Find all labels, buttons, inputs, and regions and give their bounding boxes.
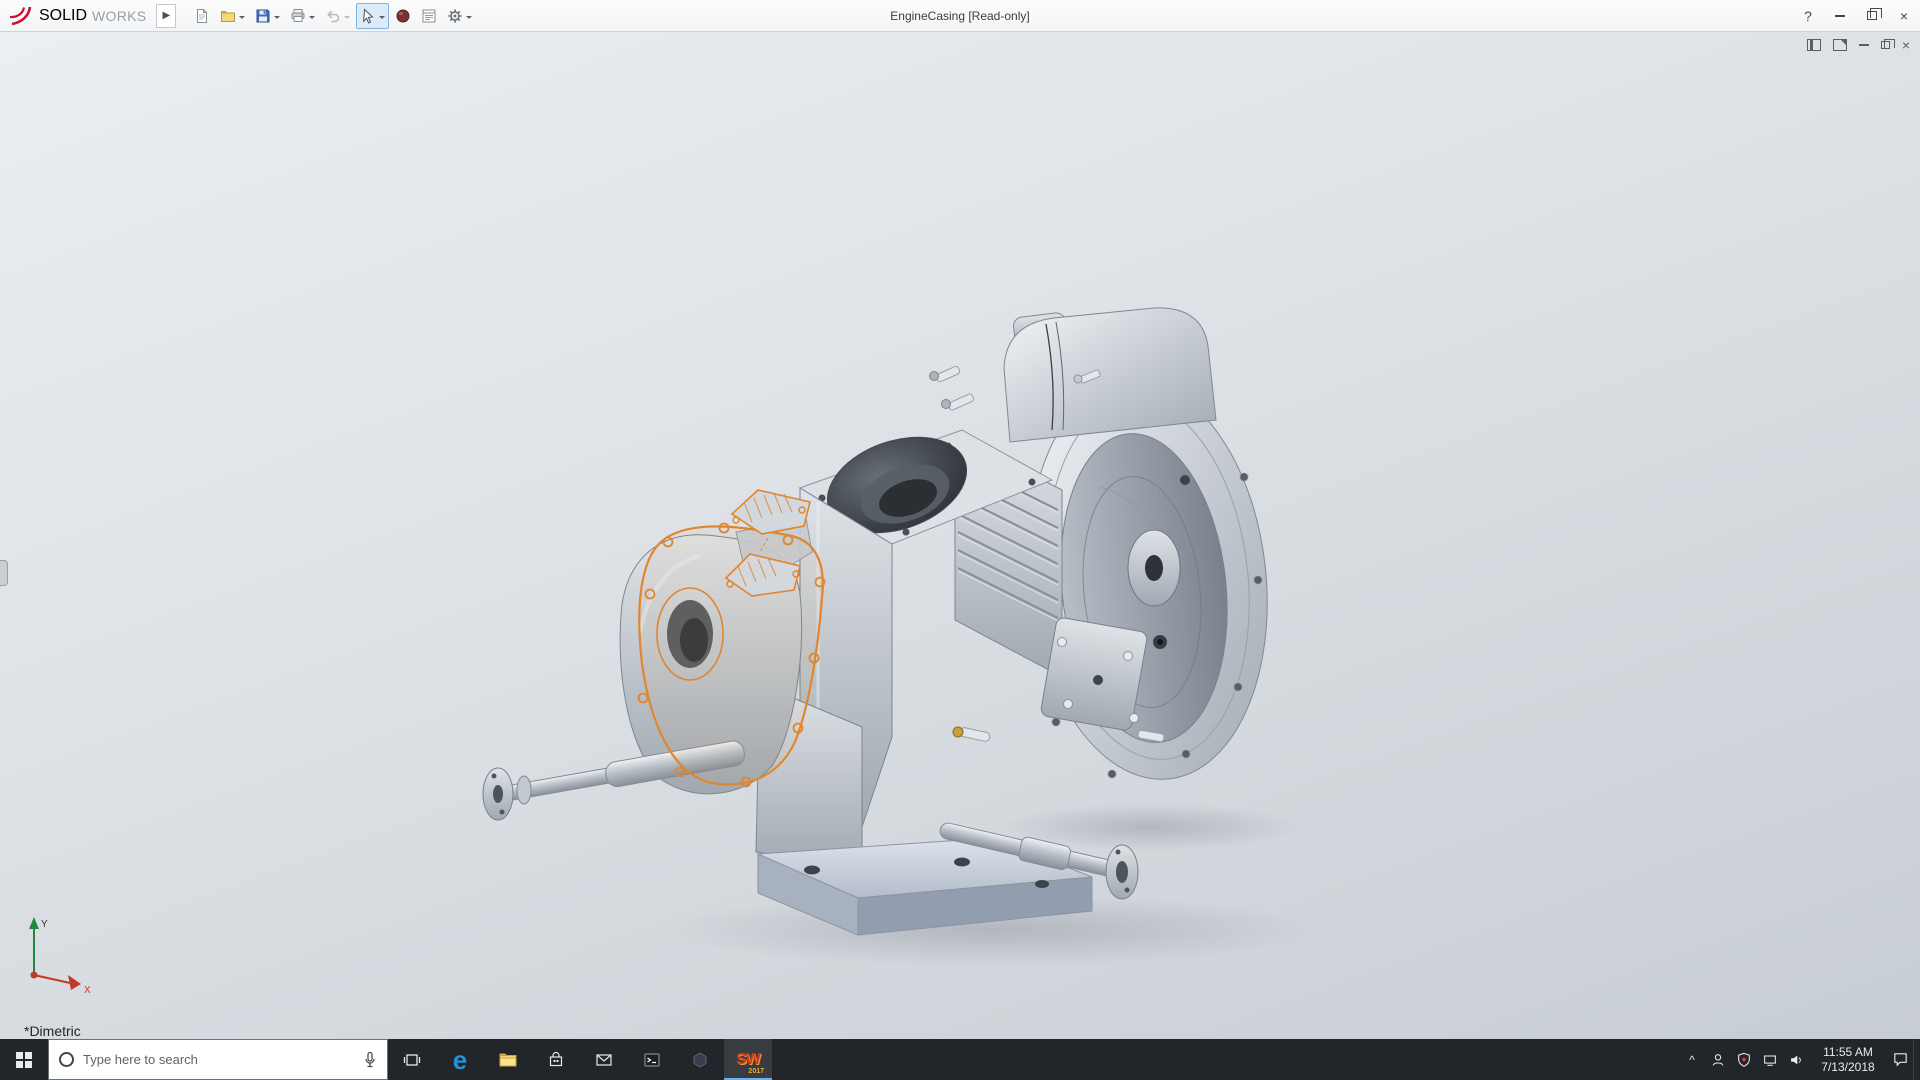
task-pane-button[interactable] [417,3,441,29]
mail-icon [596,1053,612,1066]
tray-people[interactable] [1705,1039,1731,1080]
taskbar-app-mail[interactable] [580,1039,628,1080]
open-folder-icon [221,10,236,22]
terminal-icon [644,1053,660,1066]
print-dropdown-arrow[interactable] [309,15,316,22]
select-cursor-icon [363,7,375,24]
window-controls: ? × [1792,2,1920,30]
taskbar-app-terminal[interactable] [628,1039,676,1080]
tray-network[interactable] [1757,1039,1783,1080]
solidworks-window: SOLID WORKS ▶ EngineCasing [Read-only] ?… [0,0,1920,1080]
system-tray: ^ 11:55 AM 7/13/2018 [1679,1039,1920,1080]
undo-button[interactable] [321,3,354,29]
view-sphere-button[interactable] [391,3,415,29]
document-window-controls: × [1806,38,1910,52]
caret-up-icon: ^ [1689,1052,1695,1067]
search-input[interactable] [83,1052,354,1067]
ds-logo-icon [9,6,32,25]
doc-minimize-icon[interactable] [1858,44,1869,46]
store-icon [549,1051,563,1066]
dock-pane-icon[interactable] [1806,39,1821,51]
x-axis-arrow [68,975,81,990]
doc-restore-icon[interactable] [1880,39,1895,49]
x-axis-label: X [84,985,91,996]
restore-icon [1867,8,1882,20]
z-axis-dot [30,971,38,979]
options-button[interactable] [443,3,476,29]
main-toolbar [190,2,476,29]
action-center-icon [1893,1053,1907,1067]
open-dropdown-arrow[interactable] [239,15,246,22]
taskbar-app-edge[interactable]: e [436,1039,484,1080]
clock-date: 7/13/2018 [1821,1059,1875,1074]
taskbar-app-solidworks[interactable]: SW 2017 [724,1039,772,1080]
volume-icon [1791,1055,1801,1064]
windows-taskbar: e [0,1039,1920,1080]
top-housing[interactable] [929,307,1217,443]
select-tool-button[interactable] [356,2,390,29]
hidden-icons-button[interactable]: ^ [1679,1039,1705,1080]
taskbar-app-dark[interactable] [676,1039,724,1080]
action-center-button[interactable] [1887,1039,1913,1080]
save-button[interactable] [251,3,284,29]
orientation-triad: Y X [29,917,91,996]
brand-solid: SOLID [39,6,88,24]
save-floppy-icon [256,9,270,22]
solidworks-logo: SOLID WORKS [0,5,156,27]
shield-icon [1738,1052,1750,1067]
options-dropdown-arrow[interactable] [466,15,473,22]
new-document-button[interactable] [190,3,214,29]
microphone-icon[interactable] [363,1051,377,1069]
doc-close-icon[interactable]: × [1902,38,1910,52]
new-document-icon [197,8,208,23]
task-view-icon [403,1053,421,1066]
select-dropdown-arrow[interactable] [379,15,386,22]
file-explorer-icon [499,1053,517,1066]
hexagon-app-icon [693,1051,707,1068]
undo-dropdown-arrow[interactable] [344,15,351,22]
y-axis-label: Y [41,919,48,930]
help-button[interactable]: ? [1792,2,1824,30]
view-orientation-label: *Dimetric [24,1023,81,1039]
maximize-button[interactable] [1856,2,1888,30]
sphere-icon [396,9,410,22]
clock-time: 11:55 AM [1823,1044,1873,1059]
open-document-button[interactable] [216,3,249,29]
undo-icon [327,9,340,22]
network-icon [1764,1054,1776,1066]
taskbar-search[interactable] [48,1039,388,1080]
task-view-button[interactable] [388,1039,436,1080]
taskbar-app-file-explorer[interactable] [484,1039,532,1080]
solidworks-app-icon: SW 2017 [736,1050,764,1075]
show-desktop-button[interactable] [1913,1039,1920,1080]
graphics-area[interactable]: × Y X *Dimetric [0,32,1920,1039]
minimize-icon [1835,14,1845,17]
float-window-icon[interactable] [1832,39,1847,51]
start-button[interactable] [0,1039,48,1080]
taskbar-clock[interactable]: 11:55 AM 7/13/2018 [1809,1039,1887,1080]
engine-casing-model[interactable] [0,32,1920,1039]
windows-logo-icon [16,1051,32,1068]
task-pane-icon [422,9,436,22]
print-button[interactable] [286,3,319,29]
tray-defender[interactable] [1731,1039,1757,1080]
tray-volume[interactable] [1783,1039,1809,1080]
menu-expander-button[interactable]: ▶ [156,3,177,28]
cortana-icon [59,1052,74,1067]
title-bar: SOLID WORKS ▶ EngineCasing [Read-only] ?… [0,0,1920,32]
print-icon [291,8,305,22]
people-icon [1712,1053,1724,1066]
y-axis-arrow [29,917,39,929]
minimize-button[interactable] [1824,2,1856,30]
edge-icon: e [452,1044,468,1075]
taskbar-app-store[interactable] [532,1039,580,1080]
close-button[interactable]: × [1888,2,1920,30]
save-dropdown-arrow[interactable] [274,15,281,22]
gear-icon [448,8,463,23]
brand-works: WORKS [92,7,147,24]
